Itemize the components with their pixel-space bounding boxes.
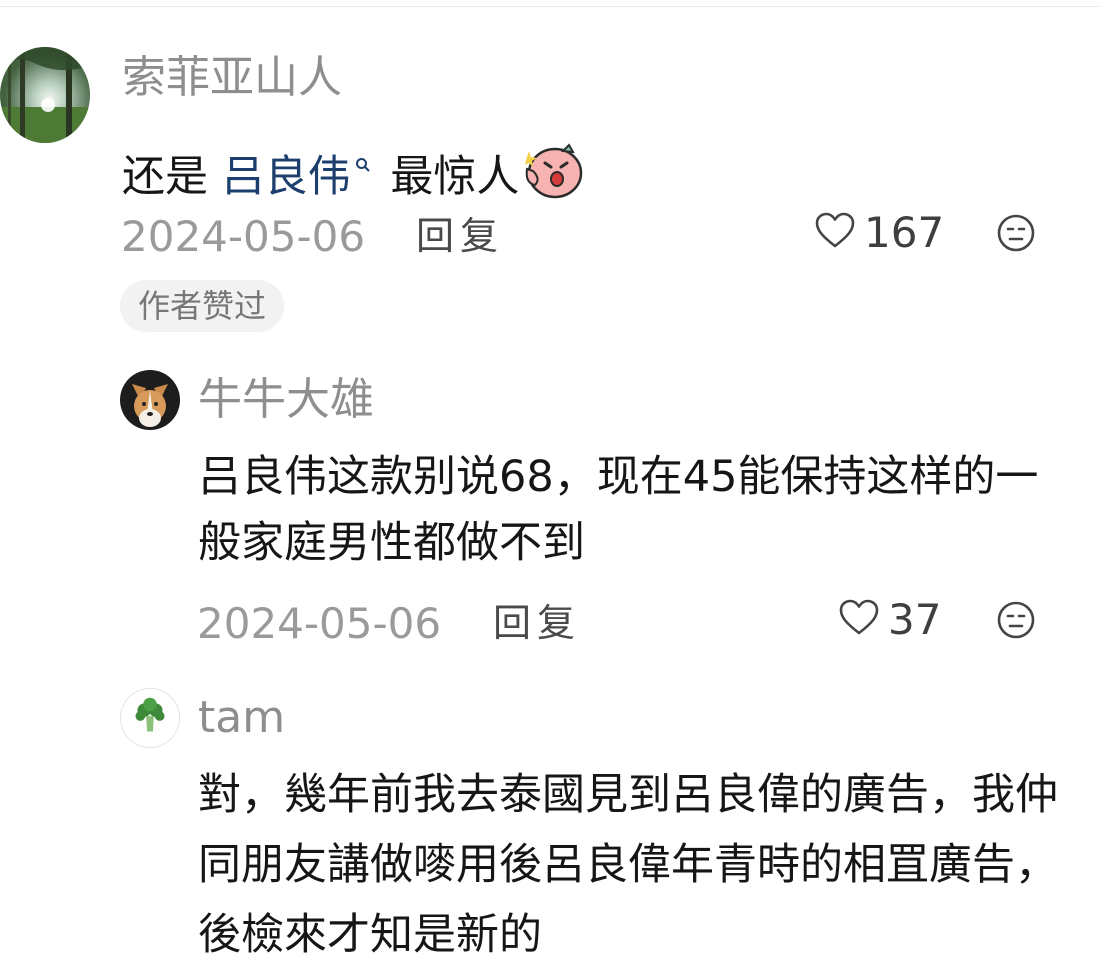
- comment-text: 还是 吕良伟 最惊人: [122, 126, 1022, 218]
- avatar[interactable]: [0, 47, 90, 143]
- comment-text: 吕良伟这款别说68，现在45能保持这样的一般家庭男性都做不到: [198, 452, 1039, 568]
- avatar-forest-image: [0, 47, 90, 143]
- username[interactable]: tam: [198, 692, 285, 744]
- username[interactable]: 索菲亚山人: [122, 52, 342, 104]
- username[interactable]: 牛牛大雄: [198, 374, 374, 426]
- search-link[interactable]: 吕良伟: [222, 152, 351, 202]
- heart-outline-icon: [814, 211, 856, 253]
- comment-date: 2024-05-06: [121, 212, 366, 261]
- neutral-face-icon[interactable]: [996, 600, 1036, 644]
- reply-button[interactable]: 回复: [416, 211, 504, 261]
- comment-text-prefix: 还是: [122, 152, 222, 202]
- surprised-face-sticker-icon: [523, 143, 583, 218]
- like-button[interactable]: 167: [814, 207, 944, 257]
- like-button[interactable]: 37: [838, 594, 941, 644]
- heart-outline-icon: [838, 598, 880, 640]
- author-liked-badge: 作者赞过: [120, 280, 285, 332]
- avatar[interactable]: [120, 688, 180, 748]
- comment-text-suffix: 最惊人: [376, 152, 520, 202]
- avatar-corgi-image: [120, 370, 180, 430]
- avatar-broccoli-image: [121, 689, 179, 747]
- top-divider: [0, 6, 1101, 7]
- reply-button[interactable]: 回复: [493, 598, 581, 648]
- comment-text: 對，幾年前我去泰國見到呂良偉的廣告，我仲同朋友講做嘜用後呂良偉年青時的相罝廣告，…: [198, 770, 1058, 960]
- like-count: 167: [864, 207, 945, 257]
- search-icon[interactable]: [355, 126, 371, 192]
- comment-date: 2024-05-06: [197, 599, 442, 648]
- like-count: 37: [888, 594, 942, 644]
- avatar[interactable]: [120, 370, 180, 430]
- neutral-face-icon[interactable]: [996, 213, 1036, 257]
